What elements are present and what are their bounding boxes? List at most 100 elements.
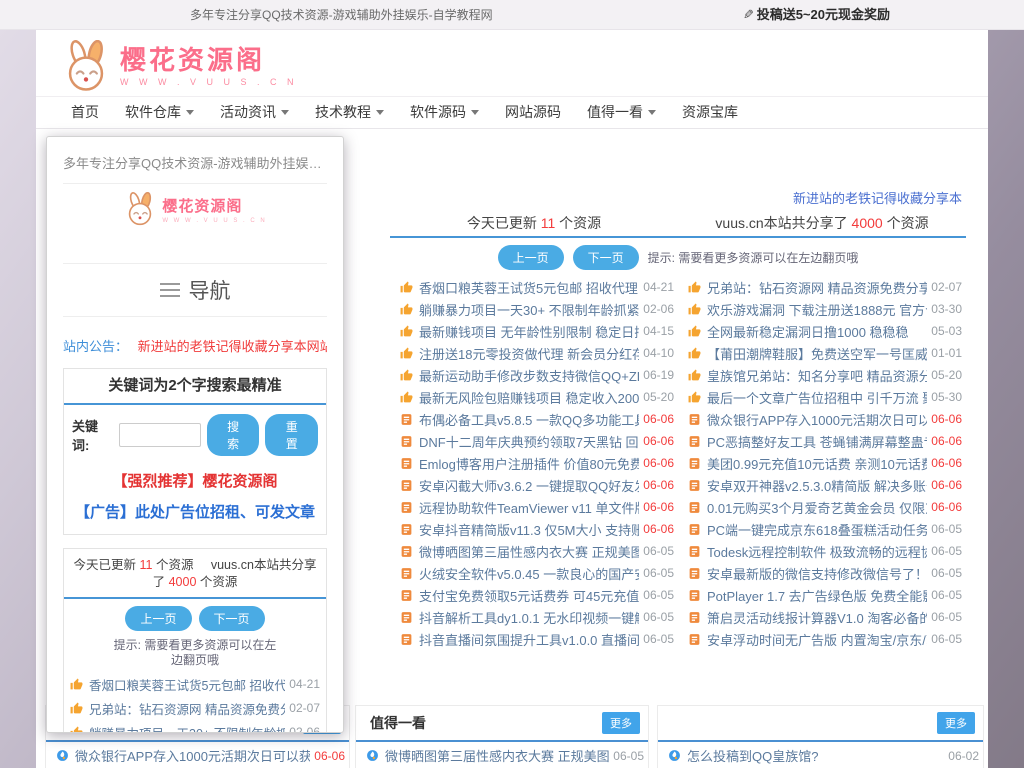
worth-seeing-header: 值得一看 更多 (356, 706, 648, 742)
resource-title-link[interactable]: 美团0.99元充值10元话费 亲测10元话费秒到 (707, 454, 927, 473)
ad-slot-link[interactable]: 【广告】此处广告位招租、可发文章 (64, 501, 326, 522)
thumbs-up-icon (70, 726, 83, 734)
resource-date: 06-06 (931, 478, 962, 492)
thumbs-up-icon (688, 325, 701, 338)
resource-date: 05-20 (643, 390, 674, 404)
resource-title-link[interactable]: 微博晒图第三届性感内衣大赛 正规美图等你欣 (419, 542, 639, 561)
chevron-down-icon (281, 110, 289, 115)
resource-title-link[interactable]: 兄弟站：钻石资源网 精品资源免费分享基 (89, 699, 285, 718)
resource-title-link[interactable]: Emlog博客用户注册插件 价值80元免费分享 (419, 454, 639, 473)
resource-item: 兄弟站：钻石资源网 精品资源免费分享基地 02-07 (678, 276, 966, 298)
resource-title-link[interactable]: 最新无风险包赔赚钱项目 稳定收入200-500元 (419, 388, 639, 407)
announcement-marquee[interactable]: 新进站的老铁记得收藏分享本网站哦！ (138, 339, 327, 354)
resource-date: 05-20 (931, 368, 962, 382)
resource-title-link[interactable]: 箫启灵活动线报计算器V1.0 淘客必备的一款软 (707, 608, 927, 627)
resource-item: 安卓双开神器v2.5.3.0精简版 解决多账号切换 06-06 (678, 474, 966, 496)
resource-title-link[interactable]: 注册送18元零投资做代理 新会员分红存1000 (419, 344, 639, 363)
document-icon (400, 633, 413, 646)
thumbs-up-icon (70, 702, 83, 715)
overlay-logo[interactable]: 樱花资源阁 W W W . V U U S . C N (63, 192, 327, 226)
resource-title-link[interactable]: 欢乐游戏漏洞 下载注册送1888元 官方合作 (707, 300, 927, 319)
more-button[interactable]: 更多 (602, 712, 640, 734)
search-input[interactable] (119, 423, 201, 447)
resource-title-link[interactable]: 最新运动助手修改步数支持微信QQ+ZFB步 (419, 366, 639, 385)
more-button[interactable]: 更多 (937, 712, 975, 734)
resource-title-link[interactable]: 香烟口粮芙蓉王试货5元包邮 招收代理 (89, 675, 285, 694)
bottom-box-right: 更多 怎么投稿到QQ皇族馆? 06-02 (657, 705, 984, 768)
resource-title-link[interactable]: 抖音解析工具dy1.0.1 无水印视频一键解析软件 (419, 608, 639, 627)
logo-block[interactable]: 樱花资源阁 W W W . V U U S . C N (120, 46, 298, 87)
site-announcement-link[interactable]: 新进站的老铁记得收藏分享本 (793, 188, 962, 207)
resource-title-link[interactable]: 【莆田潮牌鞋服】免费送空军一号匡威1970s (707, 344, 927, 363)
recommend-link[interactable]: 【强烈推荐】樱花资源阁 (64, 470, 326, 491)
resource-title-link[interactable]: 安卓抖音精简版v11.3 仅5M大小 支持账号登录 (419, 520, 639, 539)
resource-title-link[interactable]: DNF十二周年庆典预约领取7天黑钻 回归用户 (419, 432, 639, 451)
resource-title-link[interactable]: Todesk远程控制软件 极致流畅的远程协助工具 (707, 542, 927, 561)
overlay-nav-toggle[interactable]: 导航 (63, 263, 327, 317)
resource-item: 躺赚暴力项目一天30+ 不限制年龄抓紧上 02-06 (64, 720, 326, 733)
resource-title-link[interactable]: 全网最新稳定漏洞日撸1000 稳稳稳 (707, 322, 927, 341)
nav-item[interactable]: 软件源码 (397, 97, 492, 128)
resource-title-link[interactable]: PC恶搞整好友工具 苍蝇铺满屏幕整蛊专家 效 (707, 432, 927, 451)
next-page-button[interactable]: 下一页 (199, 606, 265, 631)
prev-page-button[interactable]: 上一页 (498, 245, 564, 270)
resource-title-link[interactable]: 安卓最新版的微信支持修改微信号了！ IOS版 (707, 564, 927, 583)
nav-item[interactable]: 首页 (58, 97, 112, 128)
resource-item: PC恶搞整好友工具 苍蝇铺满屏幕整蛊专家 效 06-06 (678, 430, 966, 452)
resource-title-link[interactable]: 微众银行APP存入1000元活期次日可以获得无 (707, 410, 927, 429)
updated-today-stat: 今天已更新 11 个资源 (390, 208, 678, 236)
resource-title-link[interactable]: 躺赚暴力项目一天30+ 不限制年龄抓紧上车 (419, 300, 639, 319)
nav-item[interactable]: 资源宝库 (669, 97, 751, 128)
resource-item: 注册送18元零投资做代理 新会员分红存1000 04-10 (390, 342, 678, 364)
nav-item[interactable]: 活动资讯 (207, 97, 302, 128)
resource-title-link[interactable]: 布偶必备工具v5.8.5 一款QQ多功能工具软件 (419, 410, 639, 429)
overlay-pagination: 上一页 下一页 提示: 需要看更多资源可以在左边翻页哦 (64, 599, 326, 672)
resource-title-link[interactable]: 怎么投稿到QQ皇族馆? (687, 746, 944, 765)
bunny-logo-icon (123, 192, 157, 226)
reset-button[interactable]: 重置 (265, 414, 318, 456)
submit-reward-link[interactable]: ✎投稿送5~20元现金奖励 (743, 0, 890, 30)
resource-item: 微众银行APP存入1000元活期次日可以获得无 06-06 (678, 408, 966, 430)
resource-title-link[interactable]: 最后一个文章广告位招租中 引千万流 聚八方 (707, 388, 927, 407)
nav-item[interactable]: 值得一看 (574, 97, 669, 128)
resource-title-link[interactable]: 安卓浮动时间无广告版 内置淘宝/京东/苏宁/招 (707, 630, 927, 649)
resource-title-link[interactable]: 支付宝免费领取5元话费券 可45元充值三网50 (419, 586, 639, 605)
resource-title-link[interactable]: 抖音直播间氛围提升工具v1.0.0 直播间自动发 (419, 630, 639, 649)
nav-item[interactable]: 软件仓库 (112, 97, 207, 128)
nav-item[interactable]: 技术教程 (302, 97, 397, 128)
resource-item: 兄弟站：钻石资源网 精品资源免费分享基 02-07 (64, 696, 326, 720)
resource-title-link[interactable]: 0.01元购买3个月爱奇艺黄金会员 仅限京东白 (707, 498, 927, 517)
resource-item: 支付宝免费领取5元话费券 可45元充值三网50 06-05 (390, 584, 678, 606)
resource-title-link[interactable]: 香烟口粮芙蓉王试货5元包邮 招收代理 (419, 278, 639, 297)
resource-title-link[interactable]: 微博晒图第三届性感内衣大赛 正规美图等你欣赏 (385, 746, 609, 765)
document-icon (688, 523, 701, 536)
resource-item: 躺赚暴力项目一天30+ 不限制年龄抓紧上车 02-06 (390, 298, 678, 320)
site-url: W W W . V U U S . C N (120, 77, 298, 87)
resource-title-link[interactable]: 安卓闪截大师v3.6.2 一键提取QQ好友发的闪图 (419, 476, 639, 495)
resource-date: 02-07 (931, 280, 962, 294)
resource-date: 06-06 (643, 500, 674, 514)
nav-item[interactable]: 网站源码 (492, 97, 574, 128)
overlay-tagline: 多年专注分享QQ技术资源-游戏辅助外挂娱乐-自学教程网 (63, 153, 327, 184)
next-page-button[interactable]: 下一页 (573, 245, 639, 270)
resource-box-header: 今天已更新 11 个资源 vuus.cn本站共分享了 4000 个资源 (390, 208, 966, 238)
resource-list-right: 兄弟站：钻石资源网 精品资源免费分享基地 02-07 欢乐游戏漏洞 下载注册送1… (678, 276, 966, 650)
search-button[interactable]: 搜索 (207, 414, 260, 456)
resource-title-link[interactable]: 火绒安全软件v5.0.45 一款良心的国产安全软件 (419, 564, 639, 583)
resource-item: 箫启灵活动线报计算器V1.0 淘客必备的一款软 06-05 (678, 606, 966, 628)
resource-title-link[interactable]: 远程协助软件TeamViewer v11 单文件版 方便 (419, 498, 639, 517)
prev-page-button[interactable]: 上一页 (125, 606, 191, 631)
resource-title-link[interactable]: 躺赚暴力项目一天30+ 不限制年龄抓紧上 (89, 723, 285, 734)
hot-icon (366, 749, 379, 762)
resource-title-link[interactable]: 皇族馆兄弟站：知名分享吧 精品资源分享基地 (707, 366, 927, 385)
resource-title-link[interactable]: 微众银行APP存入1000元活期次日可以获得无门 (75, 746, 310, 765)
overlay-nav-label: 导航 (189, 275, 231, 305)
resource-title-link[interactable]: 最新赚钱项目 无年龄性别限制 稳定日撸300+ (419, 322, 639, 341)
resource-title-link[interactable]: PotPlayer 1.7 去广告绿色版 免费全能影音播 (707, 586, 927, 605)
resource-title-link[interactable]: PC端一键完成京东618叠蛋糕活动任务工具 (707, 520, 927, 539)
resource-item: 最新运动助手修改步数支持微信QQ+ZFB步 06-19 (390, 364, 678, 386)
resource-title-link[interactable]: 安卓双开神器v2.5.3.0精简版 解决多账号切换 (707, 476, 927, 495)
resource-item: 安卓抖音精简版v11.3 仅5M大小 支持账号登录 06-06 (390, 518, 678, 540)
resource-title-link[interactable]: 兄弟站：钻石资源网 精品资源免费分享基地 (707, 278, 927, 297)
resource-item: 美团0.99元充值10元话费 亲测10元话费秒到 06-06 (678, 452, 966, 474)
